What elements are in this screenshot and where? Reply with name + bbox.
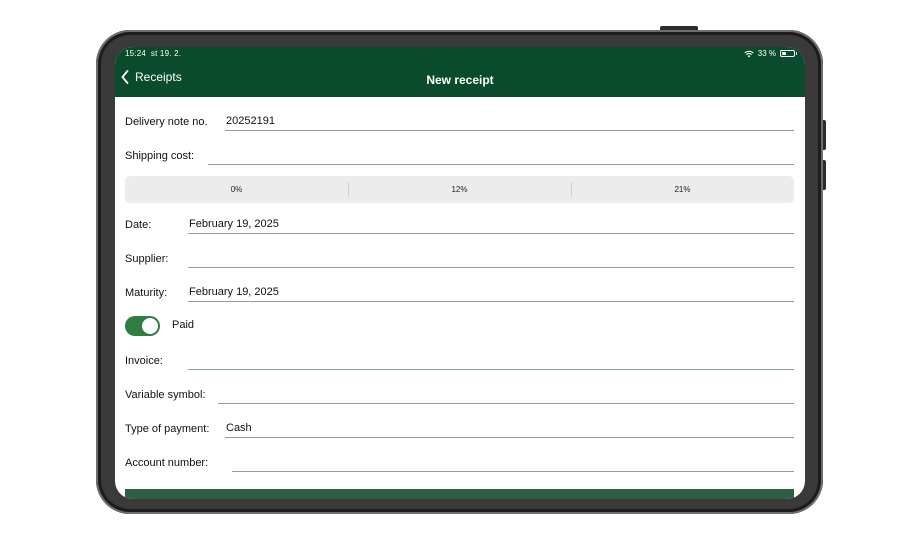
paid-toggle[interactable] <box>125 316 160 336</box>
invoice-input[interactable] <box>188 352 794 370</box>
invoice-label: Invoice: <box>125 355 163 367</box>
battery-icon <box>780 50 797 57</box>
wifi-icon <box>744 50 754 57</box>
device-volume-up-button <box>823 120 826 150</box>
date-row: Date: February 19, 2025 <box>125 216 794 236</box>
paid-toggle-knob <box>142 318 158 334</box>
delivery-note-label: Delivery note no. <box>125 116 208 128</box>
vat-option-12[interactable]: 12% <box>348 176 571 203</box>
vat-rate-segmented-control: 0% 12% 21% <box>125 176 794 203</box>
variable-symbol-input[interactable] <box>218 386 794 404</box>
screen: 15:24 st 19. 2. 33 % Receipts New receip… <box>115 47 805 499</box>
payment-type-label: Type of payment: <box>125 423 210 435</box>
navigation-header: 15:24 st 19. 2. 33 % Receipts New receip… <box>115 47 805 97</box>
delivery-note-input[interactable]: 20252191 <box>225 113 794 131</box>
shipping-cost-row: Shipping cost: <box>125 147 794 167</box>
date-input[interactable]: February 19, 2025 <box>188 216 794 234</box>
vat-option-0[interactable]: 0% <box>125 176 348 203</box>
variable-symbol-label: Variable symbol: <box>125 389 206 401</box>
paid-label: Paid <box>172 319 195 331</box>
battery-percent: 33 % <box>757 49 776 58</box>
status-time-text: 15:24 <box>125 49 147 58</box>
payment-type-select[interactable]: Cash <box>225 420 794 438</box>
vat-option-21[interactable]: 21% <box>571 176 794 203</box>
page-title: New receipt <box>426 73 494 87</box>
maturity-label: Maturity: <box>125 287 168 299</box>
supplier-label: Supplier: <box>125 253 169 265</box>
date-label: Date: <box>125 219 152 231</box>
battery-level-fill <box>782 52 786 55</box>
variable-symbol-row: Variable symbol: <box>125 386 794 406</box>
tablet-frame: 15:24 st 19. 2. 33 % Receipts New receip… <box>96 30 823 514</box>
bottom-action-bar[interactable] <box>125 489 794 499</box>
device-volume-down-button <box>823 160 826 190</box>
supplier-row: Supplier: <box>125 250 794 270</box>
status-date-text: st 19. 2. <box>150 49 182 58</box>
shipping-cost-input[interactable] <box>208 147 794 165</box>
shipping-cost-label: Shipping cost: <box>125 150 195 162</box>
status-bar-indicators: 33 % <box>744 49 797 58</box>
delivery-note-row: Delivery note no. 20252191 <box>125 113 794 133</box>
account-number-input[interactable] <box>232 454 794 472</box>
supplier-input[interactable] <box>188 250 794 268</box>
payment-type-row: Type of payment: Cash <box>125 420 794 440</box>
invoice-row: Invoice: <box>125 352 794 372</box>
account-number-row: Account number: <box>125 454 794 474</box>
status-bar-time: 15:24 st 19. 2. <box>125 49 181 58</box>
maturity-row: Maturity: February 19, 2025 <box>125 284 794 304</box>
maturity-input[interactable]: February 19, 2025 <box>188 284 794 302</box>
account-number-label: Account number: <box>125 457 209 469</box>
